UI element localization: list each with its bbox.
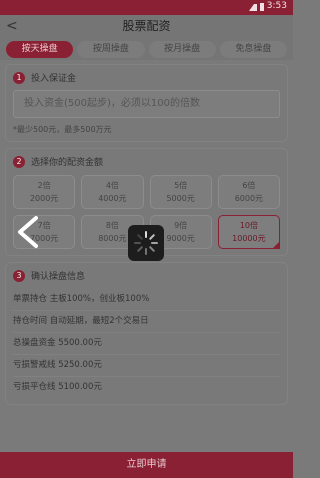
leverage-option[interactable]: 6倍 6000元 [217, 175, 280, 209]
step-header: 1 投入保证金 [13, 71, 280, 84]
option-amount: 4000元 [98, 194, 127, 203]
previous-arrow-icon[interactable] [14, 215, 42, 249]
option-amount: 5000元 [166, 194, 195, 203]
tab-bar: 按天操盘 按周操盘 按月操盘 免息操盘 [0, 38, 293, 60]
step-title: 确认操盘信息 [31, 272, 86, 282]
selected-corner-icon [272, 241, 280, 249]
option-amount: 6000元 [234, 194, 264, 203]
confirm-info-list: 单票持仓 主板100%，创业板100% 持仓时间 自动延期，最短2个交易日 总操… [13, 289, 280, 398]
app-header: < 股票配资 [0, 15, 293, 38]
page-title: 股票配资 [122, 19, 171, 33]
option-ratio: 5倍 [174, 181, 188, 190]
tab-daily[interactable]: 按天操盘 [6, 40, 74, 58]
option-ratio: 6倍 [242, 181, 256, 190]
info-row: 亏损平仓线 5100.00元 [13, 382, 102, 392]
step-title: 选择你的配资金额 [31, 158, 104, 168]
step-header: 2 选择你的配资金额 [13, 155, 280, 168]
step-number: 1 [13, 71, 25, 84]
info-row: 持仓时间 自动延期，最短2个交易日 [13, 311, 280, 333]
confirm-card: 3 确认操盘信息 单票持仓 主板100%，创业板100% 持仓时间 自动延期，最… [5, 262, 288, 405]
option-ratio: 4倍 [105, 181, 119, 190]
leverage-option-selected[interactable]: 10倍 10000元 [217, 215, 280, 249]
step-number: 3 [13, 269, 25, 282]
option-amount: 10000元 [232, 234, 266, 243]
info-row: 单票持仓 主板100%，创业板100% [13, 289, 280, 311]
option-ratio: 10倍 [239, 221, 258, 230]
deposit-hint: *最少500元，最多500万元 [13, 125, 112, 134]
info-row: 总操盘资金 5500.00元 [13, 333, 280, 355]
tab-weekly[interactable]: 按周操盘 [77, 40, 145, 58]
signal-icon [249, 4, 257, 11]
leverage-option[interactable]: 2倍 2000元 [13, 175, 76, 209]
option-ratio: 2倍 [37, 181, 51, 190]
step-number: 2 [13, 155, 25, 168]
option-amount: 2000元 [29, 194, 59, 203]
tab-interest-free[interactable]: 免息操盘 [219, 40, 287, 58]
leverage-option[interactable]: 4倍 4000元 [81, 175, 144, 209]
deposit-card: 1 投入保证金 投入资金(500起步)，必须以100的倍数 *最少500元，最多… [5, 64, 288, 142]
step-header: 3 确认操盘信息 [13, 269, 280, 282]
info-row: 亏损警戒线 5250.00元 [13, 355, 280, 377]
deposit-input[interactable]: 投入资金(500起步)，必须以100的倍数 [13, 90, 280, 118]
status-time: 3:53 [266, 1, 287, 11]
step-title: 投入保证金 [31, 74, 77, 84]
back-icon[interactable]: < [6, 15, 18, 38]
loading-spinner-icon [128, 225, 164, 261]
battery-icon [260, 3, 264, 11]
tab-monthly[interactable]: 按月操盘 [148, 40, 216, 58]
leverage-option[interactable]: 5倍 5000元 [149, 175, 212, 209]
apply-button[interactable]: 立即申请 [0, 452, 293, 478]
status-bar: 3:53 [0, 0, 293, 15]
